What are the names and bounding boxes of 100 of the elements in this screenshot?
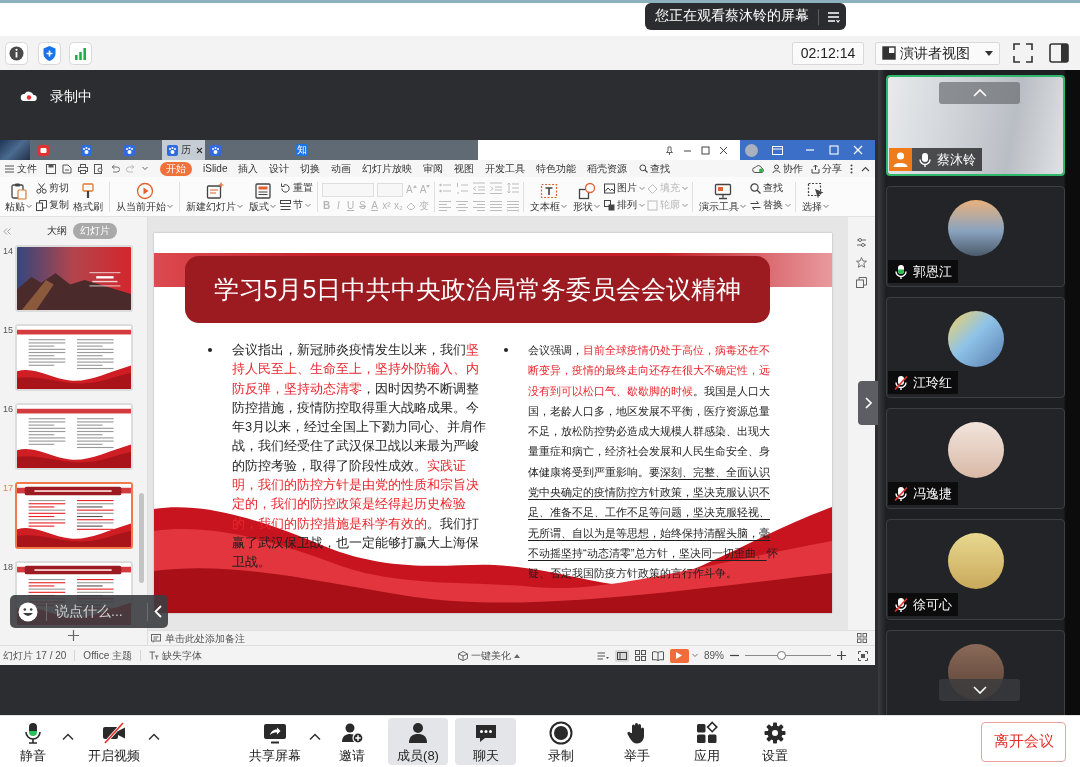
sliders-icon[interactable]: [856, 237, 867, 248]
plus-icon[interactable]: [837, 651, 846, 660]
slide-number: 15: [3, 324, 14, 335]
ribbon-button[interactable]: 新建幻灯片: [184, 177, 245, 216]
print-icon[interactable]: [78, 163, 88, 174]
chevron-up-icon: [972, 89, 987, 97]
panel-toggle-button[interactable]: [858, 381, 878, 425]
smile-icon[interactable]: [18, 601, 38, 622]
ribbon-button[interactable]: 文本框: [528, 177, 570, 216]
chevron-down-icon: [972, 686, 987, 694]
menu-tab[interactable]: 稻壳资源: [587, 161, 628, 176]
menu-tab[interactable]: 动画: [331, 161, 352, 176]
fit-window-icon[interactable]: [858, 650, 868, 661]
more-icon[interactable]: [850, 163, 853, 174]
ribbon-button[interactable]: 节: [280, 198, 313, 212]
signal-icon[interactable]: [69, 41, 92, 65]
sorter-view-icon[interactable]: [635, 650, 646, 661]
save-icon[interactable]: [46, 163, 56, 174]
play-icon: [676, 652, 683, 659]
undo-icon[interactable]: [110, 163, 120, 174]
grid-icon[interactable]: [857, 633, 867, 643]
toolbar-button[interactable]: 设置: [750, 718, 800, 765]
notes-list-icon[interactable]: [597, 650, 609, 661]
scroll-down-button[interactable]: [939, 679, 1020, 701]
ribbon-button[interactable]: 图片: [604, 181, 646, 195]
slider-thumb[interactable]: [777, 651, 787, 660]
sidebar-icon[interactable]: [1048, 42, 1070, 64]
participant-name: 冯逸捷: [913, 487, 952, 500]
chevron-up-icon[interactable]: [861, 165, 870, 172]
menu-tab[interactable]: 审阅: [423, 161, 444, 176]
file-menu-button[interactable]: 文件: [5, 163, 37, 174]
plus-icon[interactable]: [68, 629, 79, 641]
menu-tab[interactable]: 插入: [238, 161, 259, 176]
slideshow-button[interactable]: [670, 648, 689, 663]
ribbon-button[interactable]: 替换: [750, 198, 792, 212]
close-icon[interactable]: [196, 146, 203, 154]
chevron-left-icon[interactable]: [154, 605, 162, 618]
ribbon-button[interactable]: 形状: [571, 177, 603, 216]
star-icon[interactable]: [856, 257, 867, 268]
ribbon-button[interactable]: 排列: [604, 198, 646, 212]
ribbon-button[interactable]: 粘贴: [3, 177, 34, 216]
toolbar-button[interactable]: 应用: [682, 718, 732, 765]
toolbar-button[interactable]: 聊天: [455, 718, 516, 765]
arrange-icon: [604, 199, 616, 211]
ribbon-button[interactable]: 选择: [800, 177, 832, 216]
ribbon-button[interactable]: 重置: [280, 181, 313, 195]
menu-tab[interactable]: 幻灯片放映: [362, 161, 413, 176]
ribbon-button[interactable]: 查找: [750, 181, 792, 195]
menu-tab[interactable]: 特色功能: [536, 161, 577, 176]
beautify-button[interactable]: 一键美化: [458, 650, 520, 661]
chat-input-bar[interactable]: 说点什么...: [10, 595, 168, 628]
ribbon-button[interactable]: 从当前开始: [114, 177, 175, 216]
ribbon-button[interactable]: 演示工具: [697, 177, 749, 216]
cloud-icon[interactable]: [752, 164, 764, 173]
slide-thumbnail[interactable]: [15, 482, 133, 549]
window-icon[interactable]: [772, 145, 783, 155]
menu-icon[interactable]: [827, 10, 841, 23]
fullscreen-icon[interactable]: [1012, 42, 1034, 64]
toolbar-button[interactable]: 成员(8): [388, 718, 448, 765]
menu-tab[interactable]: 开发工具: [485, 161, 526, 176]
copy-icon[interactable]: [856, 277, 867, 288]
toolbar-button[interactable]: 邀请: [327, 718, 377, 765]
toolbar-action-button[interactable]: 协作: [772, 163, 803, 174]
font-icon: [149, 651, 160, 660]
missing-fonts-button[interactable]: 缺失字体: [149, 650, 203, 661]
toolbar-button[interactable]: 静音: [8, 718, 58, 765]
toolbar-action-button[interactable]: 分享: [811, 163, 842, 174]
menu-tab[interactable]: 切换: [300, 161, 321, 176]
caret-icon[interactable]: [148, 732, 160, 741]
pane-tab[interactable]: 大纲: [47, 223, 67, 239]
browser-tab[interactable]: 知: [291, 140, 334, 160]
chat-input[interactable]: 说点什么...: [55, 601, 141, 622]
caret-icon[interactable]: [309, 732, 321, 741]
view-mode-button[interactable]: 演讲者视图: [875, 41, 1000, 65]
search-button[interactable]: 查找: [639, 163, 671, 174]
toolbar-button[interactable]: 开启视频: [84, 718, 144, 765]
scrollbar[interactable]: [139, 493, 144, 583]
leave-meeting-button[interactable]: 离开会议: [981, 721, 1066, 762]
toolbar-button[interactable]: 共享屏幕: [245, 718, 305, 765]
toolbar-button[interactable]: 录制: [536, 718, 586, 765]
normal-view-icon[interactable]: [615, 649, 629, 662]
menu-tab[interactable]: 视图: [454, 161, 475, 176]
browser-tab[interactable]: 历: [162, 140, 205, 160]
preview-icon[interactable]: [94, 163, 104, 174]
close-icon[interactable]: [719, 145, 728, 155]
zoom-slider[interactable]: [745, 651, 831, 660]
maximize-icon[interactable]: [701, 145, 710, 155]
info-icon[interactable]: [5, 41, 28, 65]
ribbon-button[interactable]: 版式: [247, 177, 278, 216]
menu-tab[interactable]: iSlide: [203, 161, 228, 176]
pin-icon[interactable]: [665, 145, 674, 155]
ribbon-button[interactable]: 格式刷: [71, 177, 105, 216]
caret-icon[interactable]: [62, 732, 74, 741]
ribbon-button[interactable]: 剪切: [36, 181, 69, 195]
toolbar-button[interactable]: 举手: [612, 718, 662, 765]
reading-view-icon[interactable]: [652, 650, 664, 661]
menu-tab[interactable]: 设计: [269, 161, 290, 176]
shield-icon[interactable]: [38, 41, 61, 65]
export-icon[interactable]: [62, 163, 72, 174]
ribbon-button[interactable]: 复制: [36, 198, 69, 212]
